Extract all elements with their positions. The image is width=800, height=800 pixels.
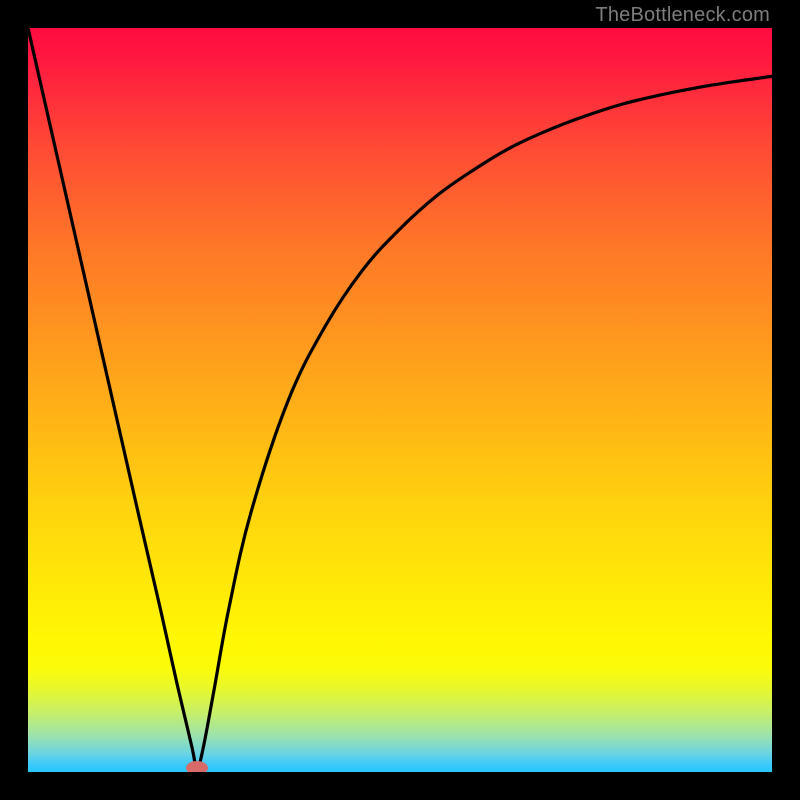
optimal-point-marker — [186, 761, 208, 772]
bottleneck-curve — [28, 28, 772, 772]
watermark-text: TheBottleneck.com — [595, 4, 770, 27]
plot-area — [28, 28, 772, 772]
